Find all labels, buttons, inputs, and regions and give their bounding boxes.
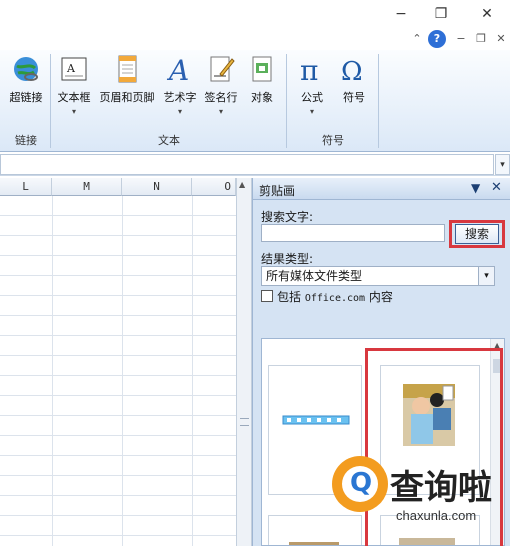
include-office-text: Office.com — [304, 293, 366, 304]
equation-label: 公式 — [301, 91, 323, 104]
ribbon-control-bar: ⌃ ? − ❐ ✕ — [0, 28, 510, 50]
group-divider — [286, 54, 287, 148]
chevron-down-icon: ▾ — [177, 107, 182, 116]
textbox-button[interactable]: A 文本框 ▾ — [54, 54, 94, 116]
watermark-brand: 查询啦 — [390, 468, 492, 508]
grid-row[interactable] — [0, 516, 236, 536]
grid-row[interactable] — [0, 196, 236, 216]
splitter-grip[interactable] — [240, 418, 249, 426]
include-prefix: 包括 — [277, 290, 302, 304]
minimize-button[interactable]: − — [390, 4, 412, 24]
pane-title: 剪贴画 — [259, 184, 296, 198]
header-footer-label: 页眉和页脚 — [99, 91, 155, 104]
globe-link-icon — [4, 54, 48, 87]
symbol-button[interactable]: Ω 符号 — [334, 54, 374, 105]
grid-row[interactable] — [0, 336, 236, 356]
hyperlink-label: 超链接 — [9, 91, 43, 104]
include-office-checkbox-row[interactable]: 包括 Office.com 内容 — [261, 288, 393, 304]
include-office-checkbox[interactable] — [261, 290, 273, 302]
grid-row[interactable] — [0, 296, 236, 316]
grid-row[interactable] — [0, 456, 236, 476]
grid-row[interactable] — [0, 396, 236, 416]
svg-text:A: A — [166, 54, 189, 84]
search-input[interactable] — [261, 224, 445, 242]
ribbon-collapse-icon[interactable]: ⌃ — [408, 30, 426, 48]
ribbon-insert: 超链接 链接 A 文本框 ▾ 页眉和页脚 A 艺术字 ▾ 签名行 ▾ 对象 文本… — [0, 50, 510, 152]
close-button[interactable]: ✕ — [476, 4, 498, 24]
chevron-down-icon: ▾ — [218, 107, 223, 116]
signature-line-label: 签名行 — [204, 91, 238, 104]
pane-header: 剪贴画 ▼ ✕ — [253, 178, 510, 200]
spreadsheet-grid: L M N O — [0, 178, 236, 546]
signature-line-icon — [200, 54, 242, 87]
formula-input[interactable] — [0, 154, 494, 175]
hyperlink-button[interactable]: 超链接 — [4, 54, 48, 105]
svg-text:A: A — [66, 62, 76, 75]
wordart-icon: A — [160, 54, 200, 87]
textbox-icon: A — [54, 54, 94, 87]
formula-bar: ▾ — [0, 154, 510, 176]
group-label-symbols: 符号 — [322, 134, 344, 147]
watermark-domain: chaxunla.com — [396, 508, 477, 523]
grid-row[interactable] — [0, 236, 236, 256]
wordart-button[interactable]: A 艺术字 ▾ — [160, 54, 200, 116]
grid-row[interactable] — [0, 496, 236, 516]
object-icon — [244, 54, 280, 87]
column-header-l[interactable]: L — [0, 178, 52, 196]
result-type-label: 结果类型: — [261, 252, 314, 266]
column-header-o[interactable]: O — [192, 178, 236, 196]
scroll-up-icon[interactable]: ▲ — [239, 180, 245, 189]
grid-row[interactable] — [0, 416, 236, 436]
header-footer-icon — [96, 54, 158, 87]
doc-restore-button[interactable]: ❐ — [472, 30, 490, 48]
watermark-logo: Q 查询啦 chaxunla.com — [324, 452, 510, 546]
result-type-select[interactable]: 所有媒体文件类型 ▾ — [261, 266, 495, 286]
restore-button[interactable]: ❐ — [430, 4, 452, 24]
title-bar: − ❐ ✕ — [0, 0, 510, 28]
grid-row[interactable] — [0, 536, 236, 546]
grid-row[interactable] — [0, 216, 236, 236]
header-footer-button[interactable]: 页眉和页脚 — [96, 54, 158, 105]
sheet-vertical-scrollbar[interactable]: ▲ — [236, 178, 252, 546]
doc-minimize-button[interactable]: − — [452, 30, 470, 48]
grid-row[interactable] — [0, 436, 236, 456]
equation-button[interactable]: π 公式 ▾ — [292, 54, 332, 116]
pi-equation-icon: π — [292, 54, 332, 87]
help-icon[interactable]: ? — [428, 30, 446, 48]
include-suffix: 内容 — [368, 290, 393, 304]
grid-row[interactable] — [0, 316, 236, 336]
omega-symbol-icon: Ω — [334, 54, 374, 87]
search-label: 搜索文字: — [261, 210, 314, 224]
grid-row[interactable] — [0, 256, 236, 276]
group-label-text: 文本 — [158, 134, 180, 147]
wordart-label: 艺术字 — [163, 91, 197, 104]
group-divider — [378, 54, 379, 148]
column-header-m[interactable]: M — [52, 178, 122, 196]
textbox-label: 文本框 — [57, 91, 91, 104]
search-button[interactable]: 搜索 — [455, 224, 499, 244]
group-label-links: 链接 — [15, 134, 37, 147]
result-type-value: 所有媒体文件类型 — [266, 269, 363, 283]
object-label: 对象 — [251, 91, 273, 104]
svg-text:Ω: Ω — [341, 57, 363, 84]
chevron-down-icon[interactable]: ▾ — [495, 154, 510, 175]
close-icon[interactable]: ✕ — [491, 180, 502, 195]
grid-row[interactable] — [0, 356, 236, 376]
object-button[interactable]: 对象 — [244, 54, 280, 105]
grid-row[interactable] — [0, 276, 236, 296]
chevron-down-icon[interactable]: ▾ — [478, 267, 494, 285]
svg-text:π: π — [300, 54, 318, 84]
signature-line-button[interactable]: 签名行 ▾ — [200, 54, 242, 116]
pane-menu-icon[interactable]: ▼ — [471, 181, 480, 195]
grid-row[interactable] — [0, 476, 236, 496]
chevron-down-icon: ▾ — [71, 107, 76, 116]
doc-close-button[interactable]: ✕ — [492, 30, 510, 48]
symbol-label: 符号 — [343, 91, 365, 104]
grid-row[interactable] — [0, 376, 236, 396]
group-divider — [50, 54, 51, 148]
chevron-down-icon: ▾ — [309, 107, 314, 116]
column-header-n[interactable]: N — [122, 178, 192, 196]
watermark-q-icon: Q — [350, 468, 373, 498]
